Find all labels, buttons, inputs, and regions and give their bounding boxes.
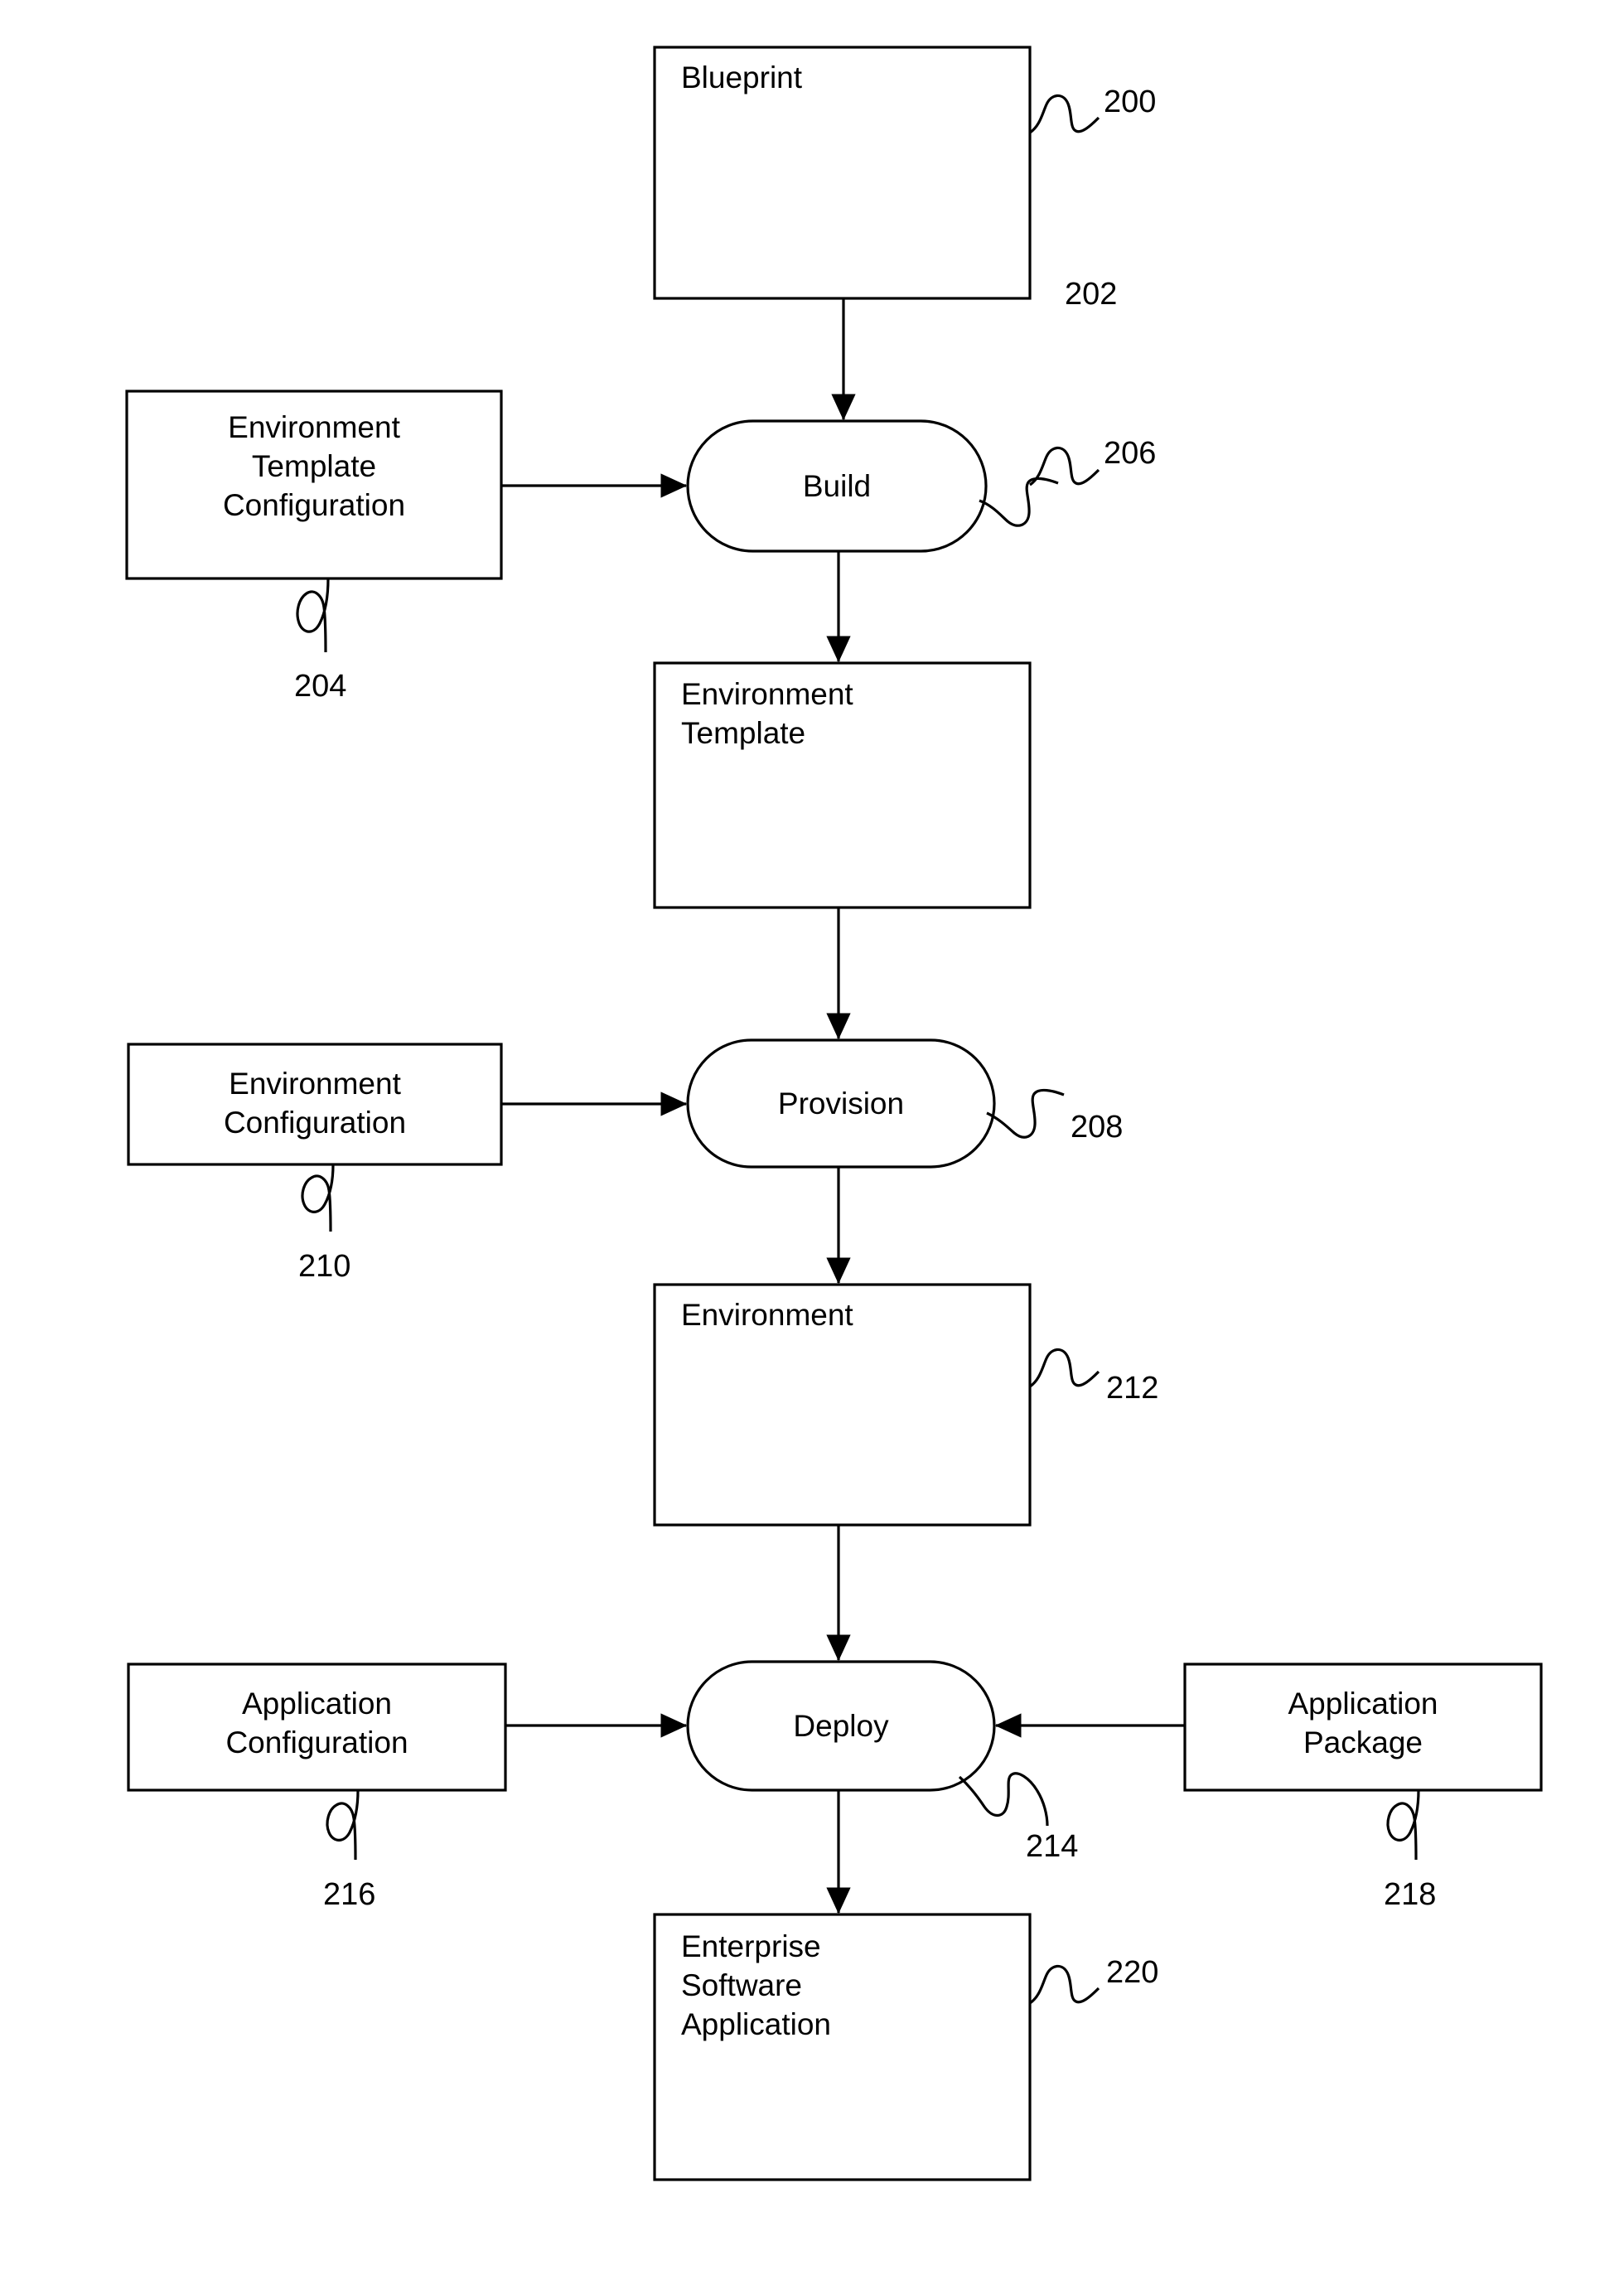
reference-numeral-202: 202 xyxy=(1065,277,1118,312)
reference-numeral-206: 206 xyxy=(1104,436,1157,471)
reference-numeral-220: 220 xyxy=(1106,1955,1159,1990)
reference-numeral-218: 218 xyxy=(1384,1877,1437,1912)
reference-numeral-200: 200 xyxy=(1104,85,1157,119)
node-enterprise-software-application xyxy=(653,1913,1032,2181)
lead-line-214 xyxy=(958,1772,1049,1827)
lead-line-220 xyxy=(1029,1964,1100,2005)
node-application-package xyxy=(1183,1663,1543,1792)
lead-line-202 xyxy=(979,477,1059,527)
node-application-configuration xyxy=(127,1663,507,1792)
reference-numeral-212: 212 xyxy=(1106,1371,1159,1406)
reference-numeral-210: 210 xyxy=(298,1249,351,1284)
reference-numeral-216: 216 xyxy=(323,1877,376,1912)
lead-line-218 xyxy=(1386,1789,1420,1861)
lead-line-204 xyxy=(296,578,330,653)
lead-line-210 xyxy=(301,1164,335,1232)
reference-numeral-208: 208 xyxy=(1071,1110,1124,1145)
lead-line-200 xyxy=(1029,94,1100,134)
lead-line-216 xyxy=(326,1789,360,1861)
node-env-configuration xyxy=(127,1043,503,1166)
lead-line-212 xyxy=(1029,1348,1100,1388)
node-env-template-configuration xyxy=(125,390,503,580)
flow-diagram-canvas xyxy=(125,46,1543,2181)
patent-figure-page: Blueprint Environment Template Configura… xyxy=(0,0,1624,2270)
node-blueprint xyxy=(653,46,1032,300)
reference-numeral-214: 214 xyxy=(1026,1829,1079,1864)
node-provision xyxy=(686,1038,996,1169)
reference-numeral-204: 204 xyxy=(294,669,347,704)
lead-line-208 xyxy=(986,1088,1065,1139)
node-build xyxy=(686,419,988,553)
node-deploy xyxy=(686,1660,996,1792)
node-environment xyxy=(653,1283,1032,1527)
node-env-template xyxy=(653,661,1032,909)
